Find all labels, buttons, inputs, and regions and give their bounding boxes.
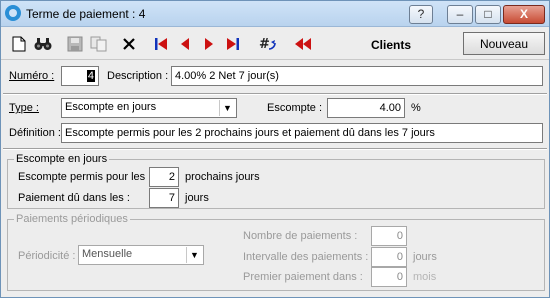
chevron-down-icon[interactable]: ▼ bbox=[186, 247, 202, 263]
previous-record-icon[interactable] bbox=[175, 34, 195, 54]
goto-number-icon[interactable]: # bbox=[257, 34, 277, 54]
help-button[interactable]: ? bbox=[409, 5, 433, 24]
app-logo-icon bbox=[5, 5, 21, 21]
last-record-icon[interactable] bbox=[223, 34, 243, 54]
periodic-group: Paiements périodiques Périodicité : Mens… bbox=[7, 213, 545, 291]
description-field[interactable]: 4.00% 2 Net 7 jour(s) bbox=[171, 66, 543, 86]
premier-label: Premier paiement dans : bbox=[243, 271, 363, 283]
toolbar: # Clients Nouveau bbox=[1, 28, 549, 60]
type-label: Type : bbox=[9, 102, 39, 114]
minimize-button[interactable]: – bbox=[447, 5, 473, 24]
periodicite-select[interactable]: Mensuelle ▼ bbox=[78, 245, 204, 265]
permis-field[interactable]: 2 bbox=[149, 167, 179, 187]
definition-field[interactable]: Escompte permis pour les 2 prochains jou… bbox=[61, 123, 543, 143]
escompte-label: Escompte : bbox=[267, 102, 323, 114]
permis-suffix: prochains jours bbox=[185, 171, 260, 183]
title-bar[interactable]: Terme de paiement : 4 ? – □ X bbox=[1, 1, 549, 27]
chevron-down-icon[interactable]: ▼ bbox=[219, 100, 235, 116]
context-label: Clients bbox=[371, 38, 412, 52]
maximize-button[interactable]: □ bbox=[475, 5, 501, 24]
new-document-icon[interactable] bbox=[9, 34, 29, 54]
save-disk-icon[interactable] bbox=[65, 34, 85, 54]
definition-label: Définition : bbox=[9, 127, 61, 139]
escompte-unit: % bbox=[411, 102, 421, 114]
first-record-icon[interactable] bbox=[151, 34, 171, 54]
escompte-field[interactable]: 4.00 bbox=[327, 98, 405, 118]
nombre-field[interactable]: 0 bbox=[371, 226, 407, 246]
nombre-label: Nombre de paiements : bbox=[243, 230, 358, 242]
paiement-field[interactable]: 7 bbox=[149, 188, 179, 208]
delete-x-icon[interactable] bbox=[119, 34, 139, 54]
next-record-icon[interactable] bbox=[199, 34, 219, 54]
separator-mid bbox=[3, 148, 547, 150]
copy-icon[interactable] bbox=[89, 34, 109, 54]
paiement-label: Paiement dû dans les : bbox=[18, 192, 130, 204]
paiement-suffix: jours bbox=[185, 192, 209, 204]
numero-label: Numéro : bbox=[9, 70, 55, 82]
new-button[interactable]: Nouveau bbox=[463, 32, 545, 55]
description-label: Description : bbox=[107, 70, 169, 82]
intervalle-field[interactable]: 0 bbox=[371, 247, 407, 267]
intervalle-label: Intervalle des paiements : bbox=[243, 251, 369, 263]
premier-field[interactable]: 0 bbox=[371, 267, 407, 287]
numero-field[interactable]: 4 bbox=[61, 66, 99, 86]
numero-value: 4 bbox=[86, 70, 95, 82]
periodicite-select-value: Mensuelle bbox=[82, 248, 133, 260]
periodicite-label: Périodicité : bbox=[18, 250, 76, 262]
find-binoculars-icon[interactable] bbox=[33, 34, 53, 54]
rewind-icon[interactable] bbox=[293, 34, 313, 54]
periodic-group-title: Paiements périodiques bbox=[14, 213, 130, 225]
escompte-group: Escompte en jours Escompte permis pour l… bbox=[7, 153, 545, 209]
window-title: Terme de paiement : 4 bbox=[26, 7, 146, 21]
close-button[interactable]: X bbox=[503, 5, 545, 24]
escompte-group-title: Escompte en jours bbox=[14, 153, 110, 165]
payment-term-window: Terme de paiement : 4 ? – □ X # Clients … bbox=[0, 0, 550, 298]
permis-label: Escompte permis pour les : bbox=[18, 171, 152, 183]
type-select-value: Escompte en jours bbox=[65, 101, 157, 113]
type-select[interactable]: Escompte en jours ▼ bbox=[61, 98, 237, 118]
premier-suffix: mois bbox=[413, 271, 437, 283]
separator-top bbox=[3, 93, 547, 95]
svg-text:#: # bbox=[259, 37, 270, 52]
intervalle-suffix: jours bbox=[413, 251, 437, 263]
